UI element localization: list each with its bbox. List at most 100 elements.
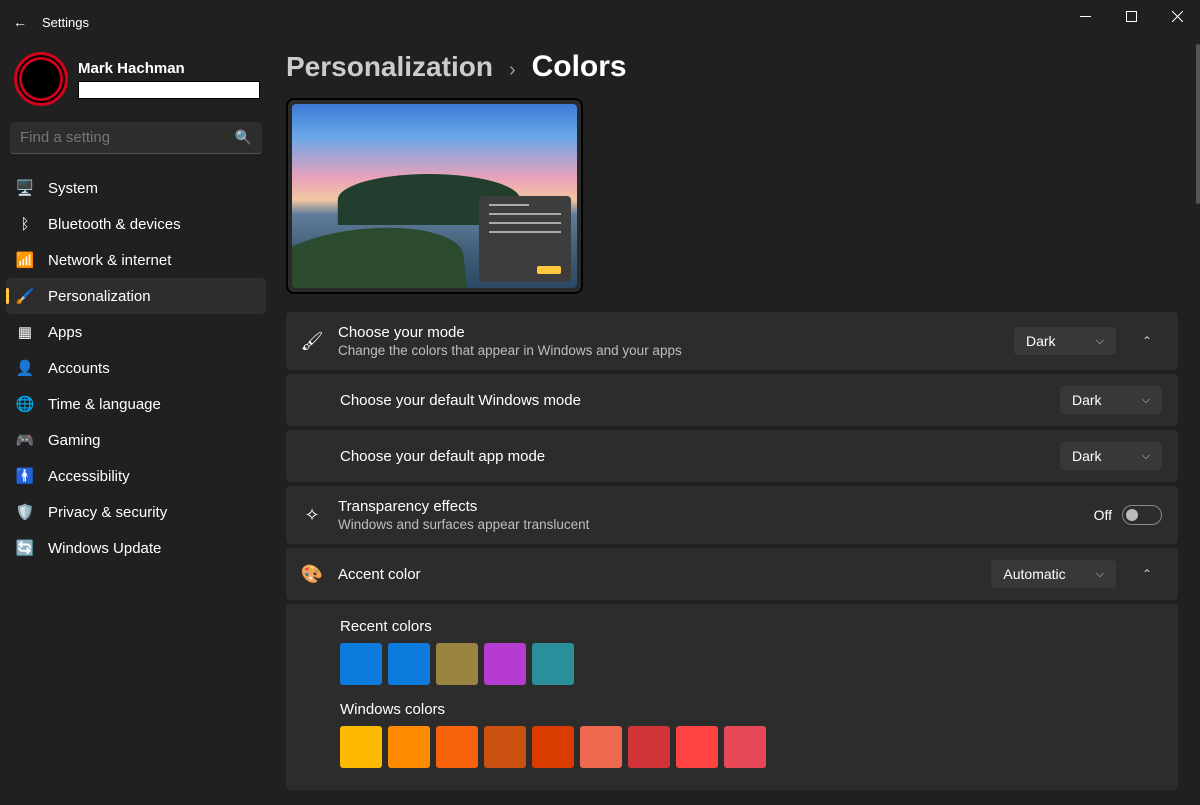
color-swatch[interactable] — [580, 726, 622, 768]
preview-window — [479, 196, 571, 282]
chevron-down-icon: ⌵ — [1142, 450, 1150, 463]
nav-label: Gaming — [48, 432, 101, 449]
choose-mode-sub: Change the colors that appear in Windows… — [338, 343, 998, 358]
sidebar-item-personalization[interactable]: 🖌️ Personalization — [6, 278, 266, 314]
color-swatch[interactable] — [436, 726, 478, 768]
windows-mode-title: Choose your default Windows mode — [340, 392, 1060, 409]
profile-name: Mark Hachman — [78, 60, 260, 77]
chevron-down-icon: ⌵ — [1096, 568, 1104, 581]
sidebar-item-system[interactable]: 🖥️ System — [6, 170, 266, 206]
nav-label: Privacy & security — [48, 504, 167, 521]
sidebar-item-time-language[interactable]: 🌐 Time & language — [6, 386, 266, 422]
color-swatch[interactable] — [628, 726, 670, 768]
sidebar-item-accessibility[interactable]: 🚹 Accessibility — [6, 458, 266, 494]
color-swatch[interactable] — [724, 726, 766, 768]
main-content: Personalization › Colors 🖌 Choose your m… — [286, 44, 1200, 805]
color-swatch[interactable] — [676, 726, 718, 768]
chevron-down-icon: ⌵ — [1096, 335, 1104, 348]
windows-mode-row: Choose your default Windows mode Dark⌵ — [286, 374, 1178, 426]
chevron-down-icon: ⌵ — [1142, 394, 1150, 407]
transparency-title: Transparency effects — [338, 498, 1078, 515]
search-icon: 🔍 — [235, 129, 252, 146]
sidebar: Mark Hachman 🔍 🖥️ System ᛒ Bluetooth & devi… — [0, 44, 272, 805]
nav-label: Accounts — [48, 360, 110, 377]
minimize-button[interactable] — [1062, 0, 1108, 32]
recent-colors — [340, 643, 1140, 685]
title-bar: ← Settings — [0, 0, 1200, 44]
transparency-state: Off — [1094, 507, 1112, 523]
nav-label: Accessibility — [48, 468, 130, 485]
color-swatch[interactable] — [436, 643, 478, 685]
nav-icon: 🖌️ — [16, 287, 34, 305]
back-button[interactable]: ← — [0, 0, 40, 44]
nav: 🖥️ System ᛒ Bluetooth & devices 📶 Network & i… — [0, 170, 272, 566]
nav-icon: ▦ — [16, 323, 34, 341]
sidebar-item-apps[interactable]: ▦ Apps — [6, 314, 266, 350]
chevron-right-icon: › — [509, 59, 516, 82]
app-mode-row: Choose your default app mode Dark⌵ — [286, 430, 1178, 482]
nav-label: Bluetooth & devices — [48, 216, 181, 233]
nav-label: Network & internet — [48, 252, 171, 269]
scrollbar[interactable] — [1196, 44, 1200, 204]
transparency-sub: Windows and surfaces appear translucent — [338, 517, 1078, 532]
choose-mode-title: Choose your mode — [338, 324, 998, 341]
accent-color-card[interactable]: 🎨 Accent color Automatic⌵ ⌃ — [286, 548, 1178, 600]
close-button[interactable] — [1154, 0, 1200, 32]
recent-colors-label: Recent colors — [340, 618, 1178, 635]
app-mode-title: Choose your default app mode — [340, 448, 1060, 465]
breadcrumb-current: Colors — [532, 50, 627, 84]
color-swatch[interactable] — [484, 726, 526, 768]
nav-icon: 🚹 — [16, 467, 34, 485]
search-box[interactable]: 🔍 — [10, 122, 262, 154]
profile-email-redacted — [78, 81, 260, 99]
app-mode-dropdown[interactable]: Dark⌵ — [1060, 442, 1162, 470]
windows-colors-label: Windows colors — [340, 701, 1178, 718]
sidebar-item-windows-update[interactable]: 🔄 Windows Update — [6, 530, 266, 566]
search-input[interactable] — [20, 129, 235, 146]
windows-mode-dropdown[interactable]: Dark⌵ — [1060, 386, 1162, 414]
profile[interactable]: Mark Hachman — [0, 48, 272, 118]
window-title: Settings — [42, 15, 89, 30]
collapse-icon[interactable]: ⌃ — [1132, 334, 1162, 348]
nav-icon: 🎮 — [16, 431, 34, 449]
windows-colors — [340, 726, 1140, 768]
nav-label: Time & language — [48, 396, 161, 413]
sidebar-item-bluetooth-devices[interactable]: ᛒ Bluetooth & devices — [6, 206, 266, 242]
theme-preview — [286, 98, 583, 294]
nav-icon: ᛒ — [16, 215, 34, 233]
nav-label: Apps — [48, 324, 82, 341]
nav-icon: 🛡️ — [16, 503, 34, 521]
accent-dropdown[interactable]: Automatic⌵ — [991, 560, 1116, 588]
color-swatch[interactable] — [340, 643, 382, 685]
nav-icon: 🔄 — [16, 539, 34, 557]
palette-icon: 🎨 — [302, 564, 322, 585]
sidebar-item-gaming[interactable]: 🎮 Gaming — [6, 422, 266, 458]
accent-title: Accent color — [338, 566, 975, 583]
nav-label: Windows Update — [48, 540, 161, 557]
color-swatch[interactable] — [340, 726, 382, 768]
nav-label: System — [48, 180, 98, 197]
nav-icon: 🌐 — [16, 395, 34, 413]
nav-label: Personalization — [48, 288, 151, 305]
mode-dropdown[interactable]: Dark⌵ — [1014, 327, 1116, 355]
brush-icon: 🖌 — [302, 331, 322, 352]
color-swatch[interactable] — [484, 643, 526, 685]
sidebar-item-accounts[interactable]: 👤 Accounts — [6, 350, 266, 386]
collapse-icon[interactable]: ⌃ — [1132, 567, 1162, 581]
transparency-toggle[interactable] — [1122, 505, 1162, 525]
breadcrumb-parent[interactable]: Personalization — [286, 51, 493, 83]
color-swatch[interactable] — [388, 643, 430, 685]
sidebar-item-network-internet[interactable]: 📶 Network & internet — [6, 242, 266, 278]
transparency-icon: ✧ — [302, 505, 322, 526]
maximize-button[interactable] — [1108, 0, 1154, 32]
transparency-card: ✧ Transparency effects Windows and surfa… — [286, 486, 1178, 544]
nav-icon: 📶 — [16, 251, 34, 269]
color-swatch[interactable] — [532, 643, 574, 685]
color-swatch[interactable] — [388, 726, 430, 768]
nav-icon: 🖥️ — [16, 179, 34, 197]
nav-icon: 👤 — [16, 359, 34, 377]
sidebar-item-privacy-security[interactable]: 🛡️ Privacy & security — [6, 494, 266, 530]
choose-mode-card[interactable]: 🖌 Choose your mode Change the colors tha… — [286, 312, 1178, 370]
color-swatch[interactable] — [532, 726, 574, 768]
avatar — [14, 52, 68, 106]
